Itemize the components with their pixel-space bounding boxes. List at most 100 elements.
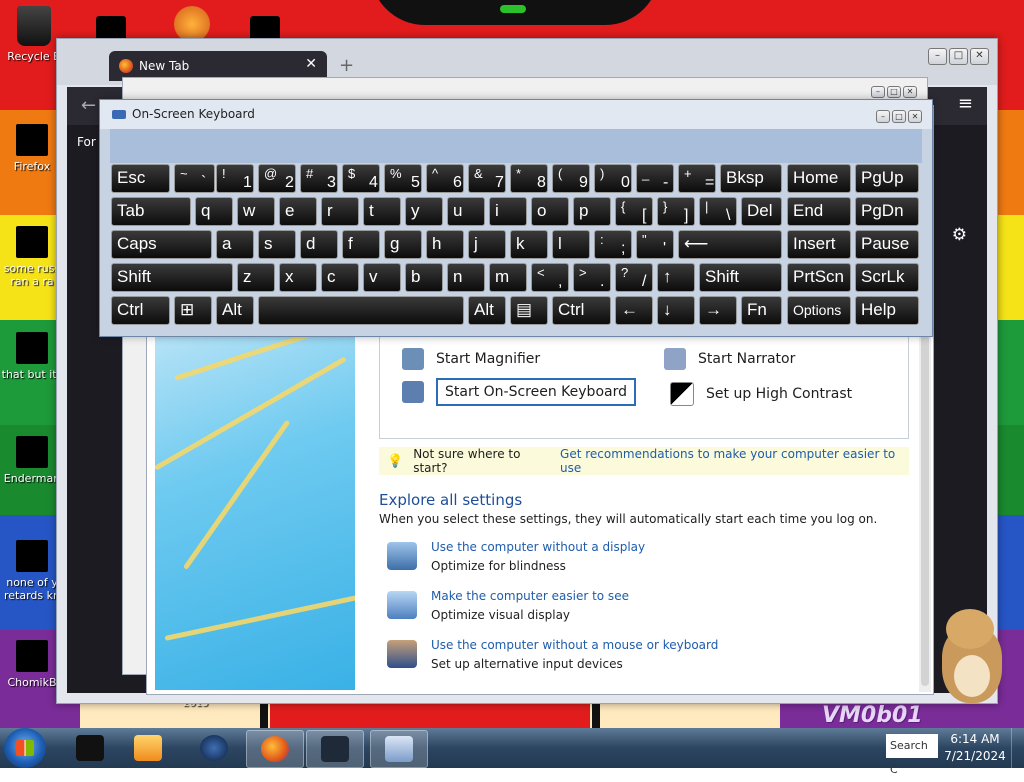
hamster-gadget[interactable] (928, 605, 1008, 705)
key-8[interactable]: * 8 (510, 164, 548, 193)
key-w[interactable]: w (237, 197, 275, 226)
key-del[interactable]: Del (741, 197, 782, 226)
key-help[interactable]: Help (855, 296, 919, 325)
key-4[interactable]: $4 (342, 164, 380, 193)
hamburger-menu-icon[interactable]: ≡ (958, 93, 973, 114)
setting-item[interactable]: Use the computer without a mouse or keyb… (387, 638, 807, 678)
clock[interactable]: 6:14 AM 7/21/2024 (944, 731, 1006, 765)
recommendations-link[interactable]: Get recommendations to make your compute… (560, 447, 909, 475)
key-6[interactable]: ^ 6 (426, 164, 464, 193)
key-i[interactable]: i (489, 197, 527, 226)
windows-key-icon[interactable]: ⊞ (174, 296, 212, 325)
high-contrast-link[interactable]: Set up High Contrast (670, 382, 852, 406)
key-pgdn[interactable]: PgDn (855, 197, 919, 226)
key-f[interactable]: f (342, 230, 380, 259)
key-o[interactable]: o (531, 197, 569, 226)
key-shift-right[interactable]: Shift (699, 263, 782, 292)
setting-link[interactable]: Use the computer without a mouse or keyb… (431, 638, 718, 652)
minimize-button[interactable]: – (871, 86, 885, 98)
setting-item[interactable]: Use the computer without a display Optim… (387, 540, 807, 580)
maximize-button[interactable]: □ (892, 110, 906, 123)
key-p[interactable]: p (573, 197, 611, 226)
key-j[interactable]: j (468, 230, 506, 259)
key-right[interactable]: → (699, 296, 737, 325)
key-e[interactable]: e (279, 197, 317, 226)
key-ctrl-right[interactable]: Ctrl (552, 296, 611, 325)
taskbar-firefox[interactable] (246, 730, 304, 768)
back-arrow-icon[interactable]: ← (81, 95, 96, 116)
key-insert[interactable]: Insert (787, 230, 851, 259)
key-options[interactable]: Options (787, 296, 851, 325)
key-pgup[interactable]: PgUp (855, 164, 919, 193)
minimize-button[interactable]: – (928, 48, 947, 65)
desktop-icon-enderman[interactable]: Enderman (0, 436, 64, 485)
key-tilde[interactable]: ~ ` (174, 164, 215, 193)
key-g[interactable]: g (384, 230, 422, 259)
desktop-icon-file[interactable]: that but its (0, 332, 64, 381)
close-button[interactable]: ✕ (970, 48, 989, 65)
key-a[interactable]: a (216, 230, 254, 259)
key-backslash[interactable]: | \ (699, 197, 737, 226)
show-desktop-button[interactable] (1011, 728, 1024, 768)
key-7[interactable]: & 7 (468, 164, 506, 193)
key-semicolon[interactable]: :; (594, 230, 632, 259)
maximize-button[interactable]: □ (887, 86, 901, 98)
taskbar-globe[interactable] (186, 730, 242, 766)
key-c[interactable]: c (321, 263, 359, 292)
key-l[interactable]: l (552, 230, 590, 259)
key-b[interactable]: b (405, 263, 443, 292)
search-box[interactable]: Search C (886, 734, 938, 776)
minimize-button[interactable]: – (876, 110, 890, 123)
gear-icon[interactable]: ⚙ (952, 225, 967, 245)
key-backspace[interactable]: Bksp (720, 164, 782, 193)
close-icon[interactable]: ✕ (305, 56, 317, 72)
start-narrator-link[interactable]: Start Narrator (664, 348, 795, 370)
setting-item[interactable]: Make the computer easier to see Optimize… (387, 589, 807, 629)
start-magnifier-link[interactable]: Start Magnifier (402, 348, 540, 370)
key-space[interactable] (258, 296, 464, 325)
key-y[interactable]: y (405, 197, 443, 226)
key-quote[interactable]: " ' (636, 230, 674, 259)
start-button[interactable] (4, 728, 46, 768)
key-shift-left[interactable]: Shift (111, 263, 233, 292)
new-tab-button[interactable]: + (339, 55, 354, 76)
context-menu-key-icon[interactable]: ▤ (510, 296, 548, 325)
key-alt-right[interactable]: Alt (468, 296, 506, 325)
key-ctrl-left[interactable]: Ctrl (111, 296, 170, 325)
key-9[interactable]: (9 (552, 164, 590, 193)
key-caps[interactable]: Caps (111, 230, 212, 259)
key-up[interactable]: ↑ (657, 263, 695, 292)
key-home[interactable]: Home (787, 164, 851, 193)
key-r[interactable]: r (321, 197, 359, 226)
key-h[interactable]: h (426, 230, 464, 259)
key-scrlk[interactable]: ScrLk (855, 263, 919, 292)
key-q[interactable]: q (195, 197, 233, 226)
key-slash[interactable]: ? / (615, 263, 653, 292)
key-esc[interactable]: Esc (111, 164, 170, 193)
key-tab[interactable]: Tab (111, 197, 191, 226)
key-enter[interactable]: ⟵ (678, 230, 782, 259)
close-button[interactable]: ✕ (903, 86, 917, 98)
key-k[interactable]: k (510, 230, 548, 259)
key-u[interactable]: u (447, 197, 485, 226)
key-end[interactable]: End (787, 197, 851, 226)
key-t[interactable]: t (363, 197, 401, 226)
key-fn[interactable]: Fn (741, 296, 782, 325)
key-pause[interactable]: Pause (855, 230, 919, 259)
key-minus[interactable]: _ - (636, 164, 674, 193)
key-n[interactable]: n (447, 263, 485, 292)
key-1[interactable]: ! 1 (216, 164, 254, 193)
taskbar-on-screen-keyboard[interactable] (370, 730, 428, 768)
setting-link[interactable]: Use the computer without a display (431, 540, 645, 554)
key-down[interactable]: ↓ (657, 296, 695, 325)
close-button[interactable]: ✕ (908, 110, 922, 123)
key-alt-left[interactable]: Alt (216, 296, 254, 325)
key-3[interactable]: #3 (300, 164, 338, 193)
key-v[interactable]: v (363, 263, 401, 292)
taskbar-ease-of-access[interactable] (306, 730, 364, 768)
taskbar-app[interactable] (62, 730, 118, 766)
key-d[interactable]: d (300, 230, 338, 259)
key-0[interactable]: ) 0 (594, 164, 632, 193)
key-period[interactable]: >. (573, 263, 611, 292)
desktop-icon-chomik[interactable]: ChomikB (0, 640, 64, 689)
